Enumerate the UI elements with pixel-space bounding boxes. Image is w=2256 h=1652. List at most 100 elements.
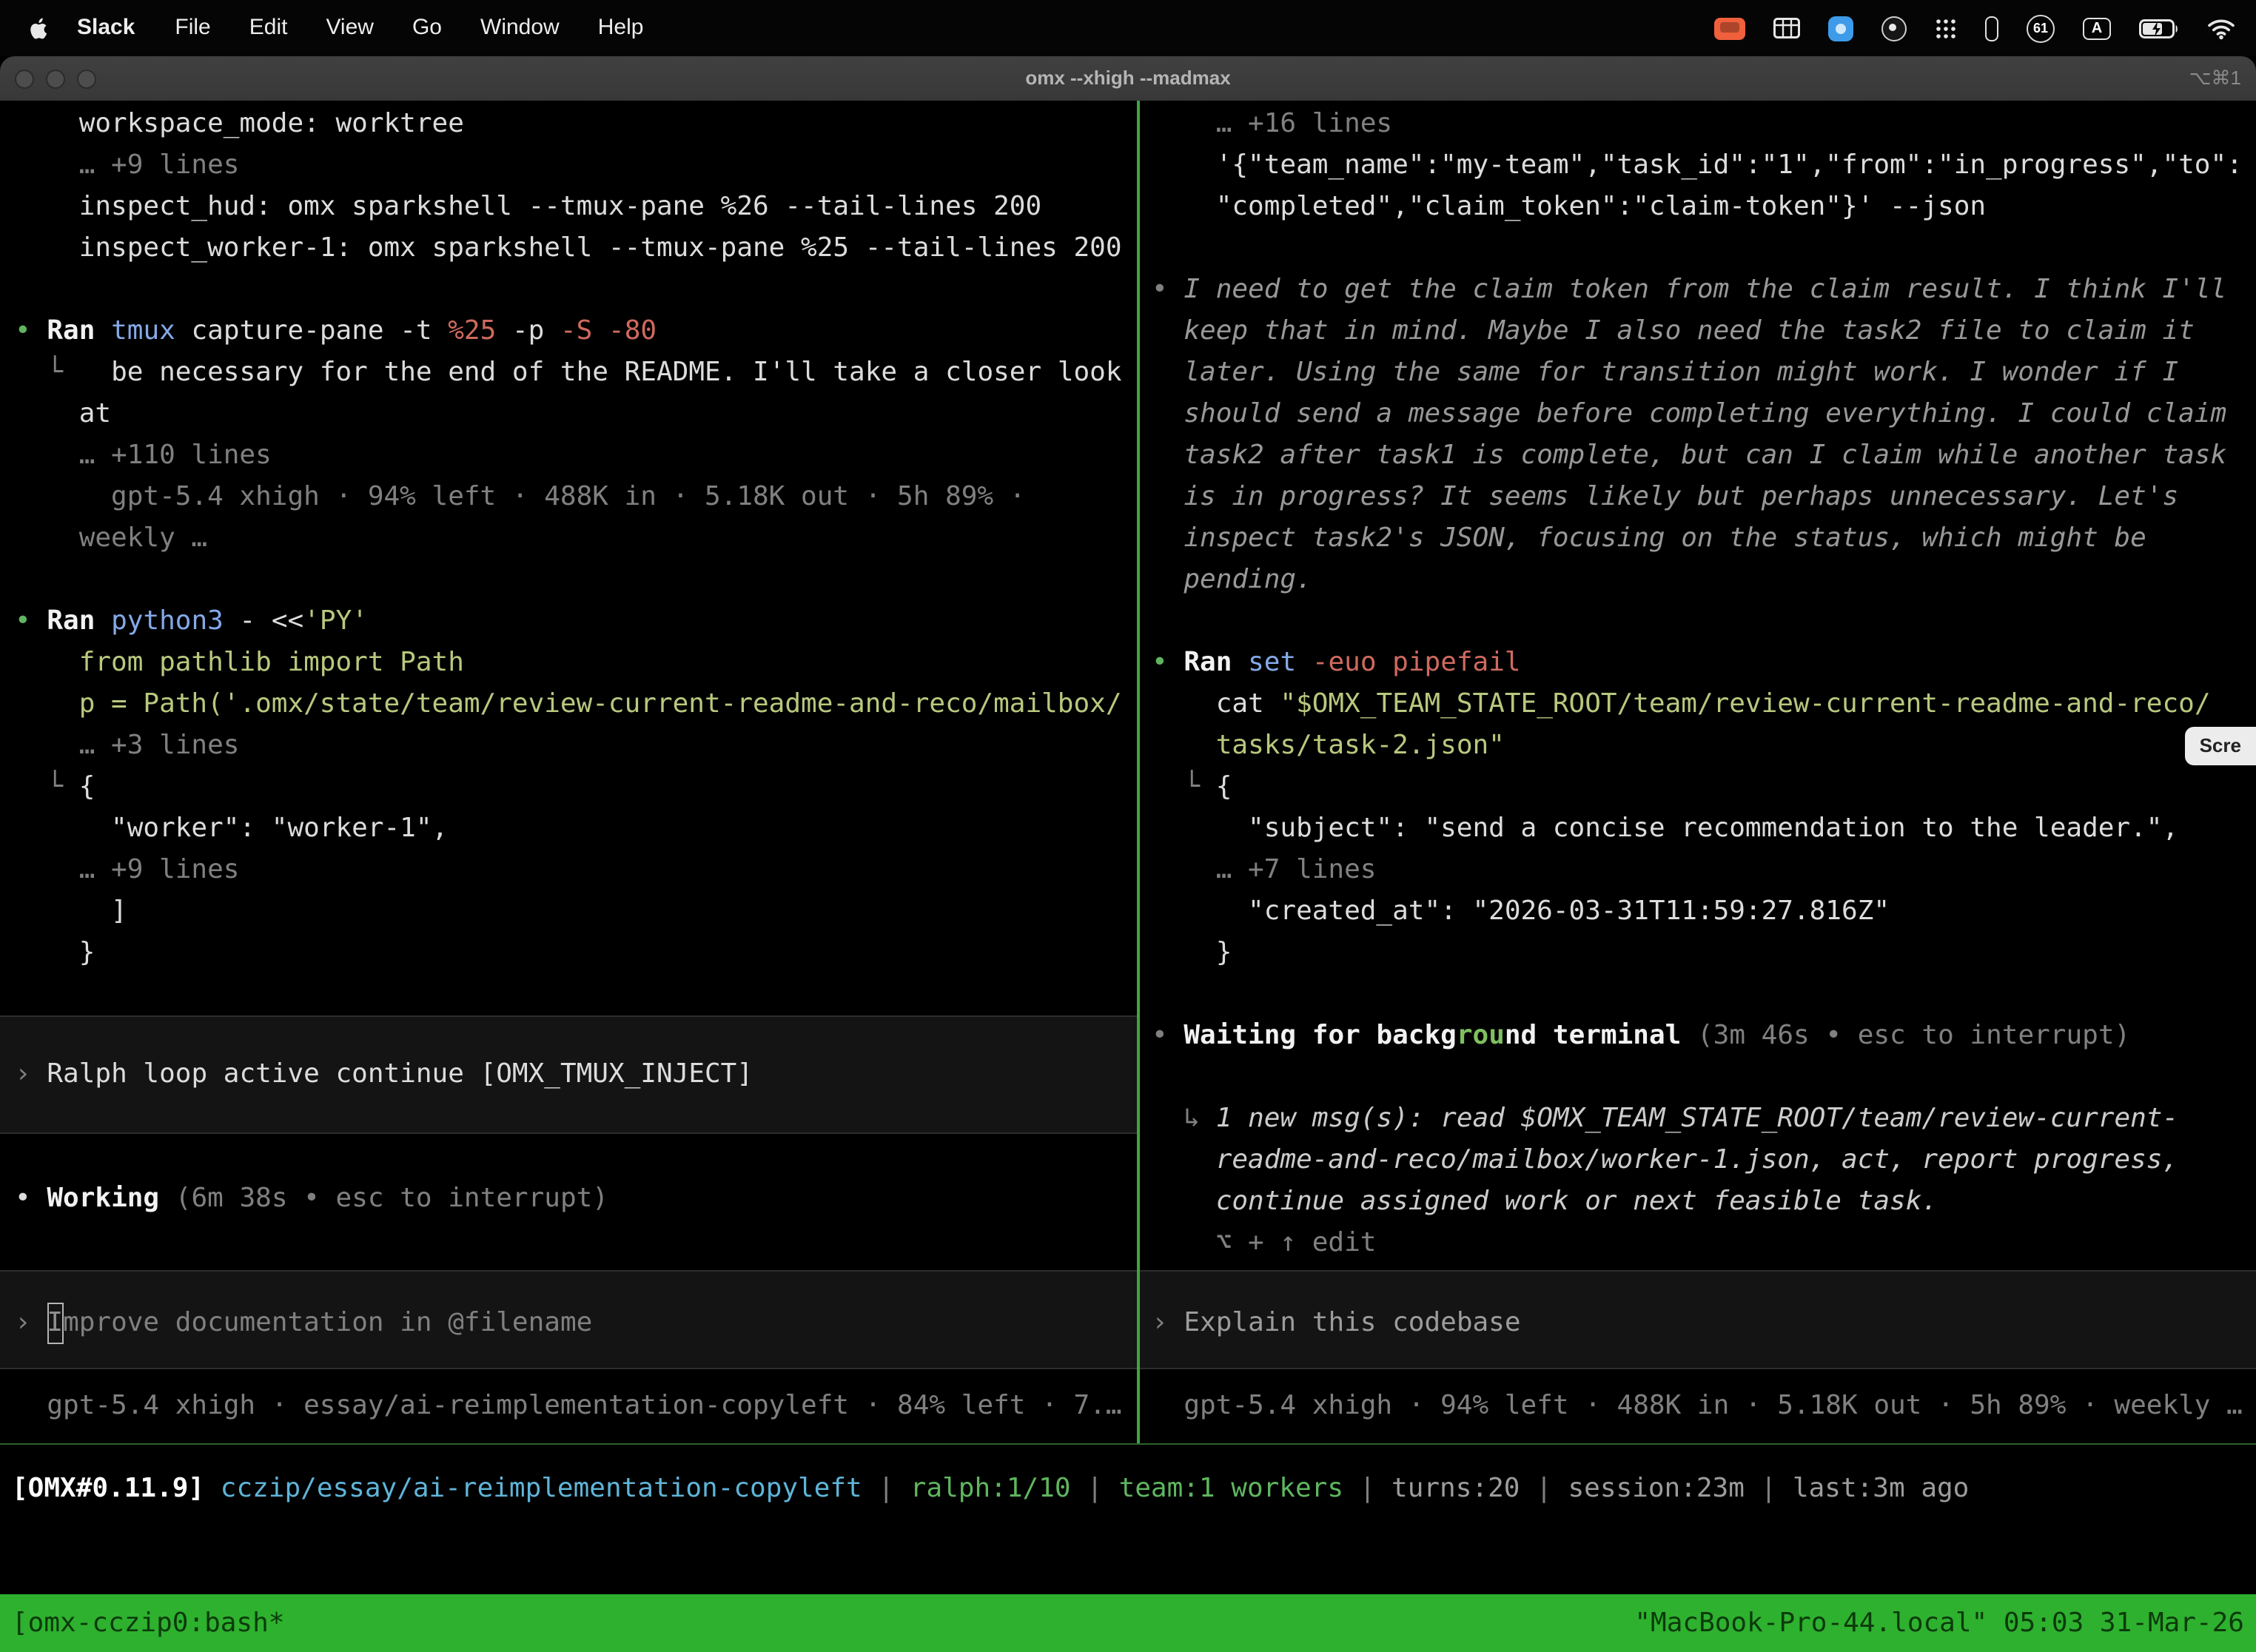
right-pane[interactable]: … +16 lines '{"team_name":"my-team","tas… [1140,101,2256,1443]
terminal-line: • Ran python3 - <<'PY' [0,601,1137,642]
inject-banner: › Ralph loop active continue [OMX_TMUX_I… [0,1015,1137,1134]
terminal-line: … +9 lines [0,145,1137,187]
terminal-line: └ be necessary for the end of the README… [0,352,1137,394]
menu-edit[interactable]: Edit [230,0,307,56]
terminal-line: "worker": "worker-1", [0,808,1137,850]
screen-recording-indicator-icon[interactable] [1714,17,1745,39]
terminal-line [0,269,1137,311]
omx-status-line: [OMX#0.11.9] cczip/essay/ai-reimplementa… [0,1445,2256,1510]
terminal-line: p = Path('.omx/state/team/review-current… [0,684,1137,725]
terminal-line: … +9 lines [0,850,1137,891]
terminal-line: keep that in mind. Maybe I also need the… [1140,311,2256,352]
terminal-line: tasks/task-2.json" [1140,725,2256,767]
battery-icon[interactable] [2139,19,2179,38]
menu-window[interactable]: Window [461,0,579,56]
terminal-line: from pathlib import Path [0,642,1137,684]
terminal-line: inspect_hud: omx sparkshell --tmux-pane … [0,187,1137,228]
terminal-line: "completed","claim_token":"claim-token"}… [1140,187,2256,228]
terminal-line: should send a message before completing … [1140,394,2256,435]
terminal-line: … +3 lines [0,725,1137,767]
blue-app-icon[interactable] [1828,16,1853,41]
input-source-letter: A [2092,20,2102,36]
terminal-line: '{"team_name":"my-team","task_id":"1","f… [1140,145,2256,187]
tmux-session-label: [omx-cczip0:bash* [12,1608,284,1639]
terminal-line: › Improve documentation in @filename [0,1303,1137,1344]
terminal-line: } [0,933,1137,974]
apple-menu[interactable] [15,16,59,41]
right-model-statusline: gpt-5.4 xhigh · 94% left · 488K in · 5.1… [1140,1386,2256,1427]
terminal-line: • Waiting for background terminal (3m 46… [1140,1015,2256,1057]
terminal-line: • Ran set -euo pipefail [1140,642,2256,684]
terminal-line: pending. [1140,560,2256,601]
terminal-line: ⌥ + ↑ edit [1140,1223,2256,1264]
terminal-line: later. Using the same for transition mig… [1140,352,2256,394]
menu-go[interactable]: Go [393,0,461,56]
left-model-statusline: gpt-5.4 xhigh · essay/ai-reimplementatio… [0,1386,1137,1427]
terminal-line: readme-and-reco/mailbox/worker-1.json, a… [1140,1140,2256,1181]
working-status: • Working (6m 38s • esc to interrupt) [0,1178,1137,1220]
terminal-line: gpt-5.4 xhigh · 94% left · 488K in · 5.1… [1140,1386,2256,1427]
dark-circle-icon[interactable] [1881,16,1907,41]
terminal-line: "subject": "send a concise recommendatio… [1140,808,2256,850]
terminal-line [0,560,1137,601]
left-scrollback: workspace_mode: worktree … +9 lines insp… [0,101,1137,974]
terminal-line: is in progress? It seems likely but perh… [1140,477,2256,518]
menu-bar-status-icons: 61 A [1714,14,2241,42]
terminal-line: "created_at": "2026-03-31T11:59:27.816Z" [1140,891,2256,933]
terminal-line: ] [0,891,1137,933]
terminal-line: └ { [0,767,1137,808]
tmux-status-bar: [omx-cczip0:bash* "MacBook-Pro-44.local"… [0,1594,2256,1652]
terminal-line: … +110 lines [0,435,1137,477]
menu-app-name[interactable]: Slack [59,0,155,56]
window-title: omx --xhigh --madmax [0,56,2256,101]
terminal-line: • I need to get the claim token from the… [1140,269,2256,311]
right-scrollback: … +16 lines '{"team_name":"my-team","tas… [1140,101,2256,1264]
terminal-line: cat "$OMX_TEAM_STATE_ROOT/team/review-cu… [1140,684,2256,725]
menu-view[interactable]: View [306,0,393,56]
terminal-line [1140,974,2256,1015]
left-pane[interactable]: workspace_mode: worktree … +9 lines insp… [0,101,1137,1443]
desktop: Slack File Edit View Go Window Help 61 A [0,0,2256,1652]
terminal-line [1140,601,2256,642]
terminal-line: at [0,394,1137,435]
terminal-line: inspect_worker-1: omx sparkshell --tmux-… [0,228,1137,269]
window-titlebar[interactable]: omx --xhigh --madmax ⌥⌘1 [0,56,2256,102]
terminal-line: inspect task2's JSON, focusing on the st… [1140,518,2256,560]
dots-grid-icon[interactable] [1935,17,1957,39]
terminal-line: … +16 lines [1140,104,2256,145]
terminal-line: › Explain this codebase [1140,1303,2256,1344]
terminal-line [1140,228,2256,269]
terminal-line: [OMX#0.11.9] cczip/essay/ai-reimplementa… [12,1468,2256,1510]
tmux-host-time: "MacBook-Pro-44.local" 05:03 31-Mar-26 [1634,1608,2244,1639]
menu-bar: Slack File Edit View Go Window Help 61 A [0,0,2256,56]
gauge-value: 61 [2033,21,2048,36]
terminal-line: • Working (6m 38s • esc to interrupt) [0,1178,1137,1220]
menu-help[interactable]: Help [579,0,663,56]
slim-app-icon[interactable] [1985,16,1998,41]
terminal-line: task2 after task1 is complete, but can I… [1140,435,2256,477]
terminal-line: } [1140,933,2256,974]
terminal-line: weekly … [0,518,1137,560]
window-shortcut-hint: ⌥⌘1 [2189,56,2241,101]
gauge-61-icon[interactable]: 61 [2027,14,2055,42]
terminal-line: gpt-5.4 xhigh · 94% left · 488K in · 5.1… [0,477,1137,518]
terminal-line: └ { [1140,767,2256,808]
apple-icon [30,16,50,41]
terminal-window: omx --xhigh --madmax ⌥⌘1 workspace_mode:… [0,56,2256,1652]
menu-file[interactable]: File [155,0,229,56]
terminal-line: • Ran tmux capture-pane -t %25 -p -S -80 [0,311,1137,352]
terminal-line: ↳ 1 new msg(s): read $OMX_TEAM_STATE_ROO… [1140,1098,2256,1140]
grid-icon[interactable] [1773,18,1800,38]
input-source-icon[interactable]: A [2083,17,2111,39]
terminal-line: gpt-5.4 xhigh · essay/ai-reimplementatio… [0,1386,1137,1427]
screen-share-pill[interactable]: Scre [2185,727,2256,765]
wifi-icon[interactable] [2207,17,2235,39]
terminal-line: … +7 lines [1140,850,2256,891]
terminal-line: continue assigned work or next feasible … [1140,1181,2256,1223]
terminal-content: workspace_mode: worktree … +9 lines insp… [0,101,2256,1443]
terminal-line: workspace_mode: worktree [0,104,1137,145]
terminal-line: › Ralph loop active continue [OMX_TMUX_I… [0,1054,1137,1095]
right-prompt-input[interactable]: › Explain this codebase [1140,1270,2256,1369]
left-prompt-input[interactable]: › Improve documentation in @filename [0,1270,1137,1369]
terminal-line [1140,1057,2256,1098]
